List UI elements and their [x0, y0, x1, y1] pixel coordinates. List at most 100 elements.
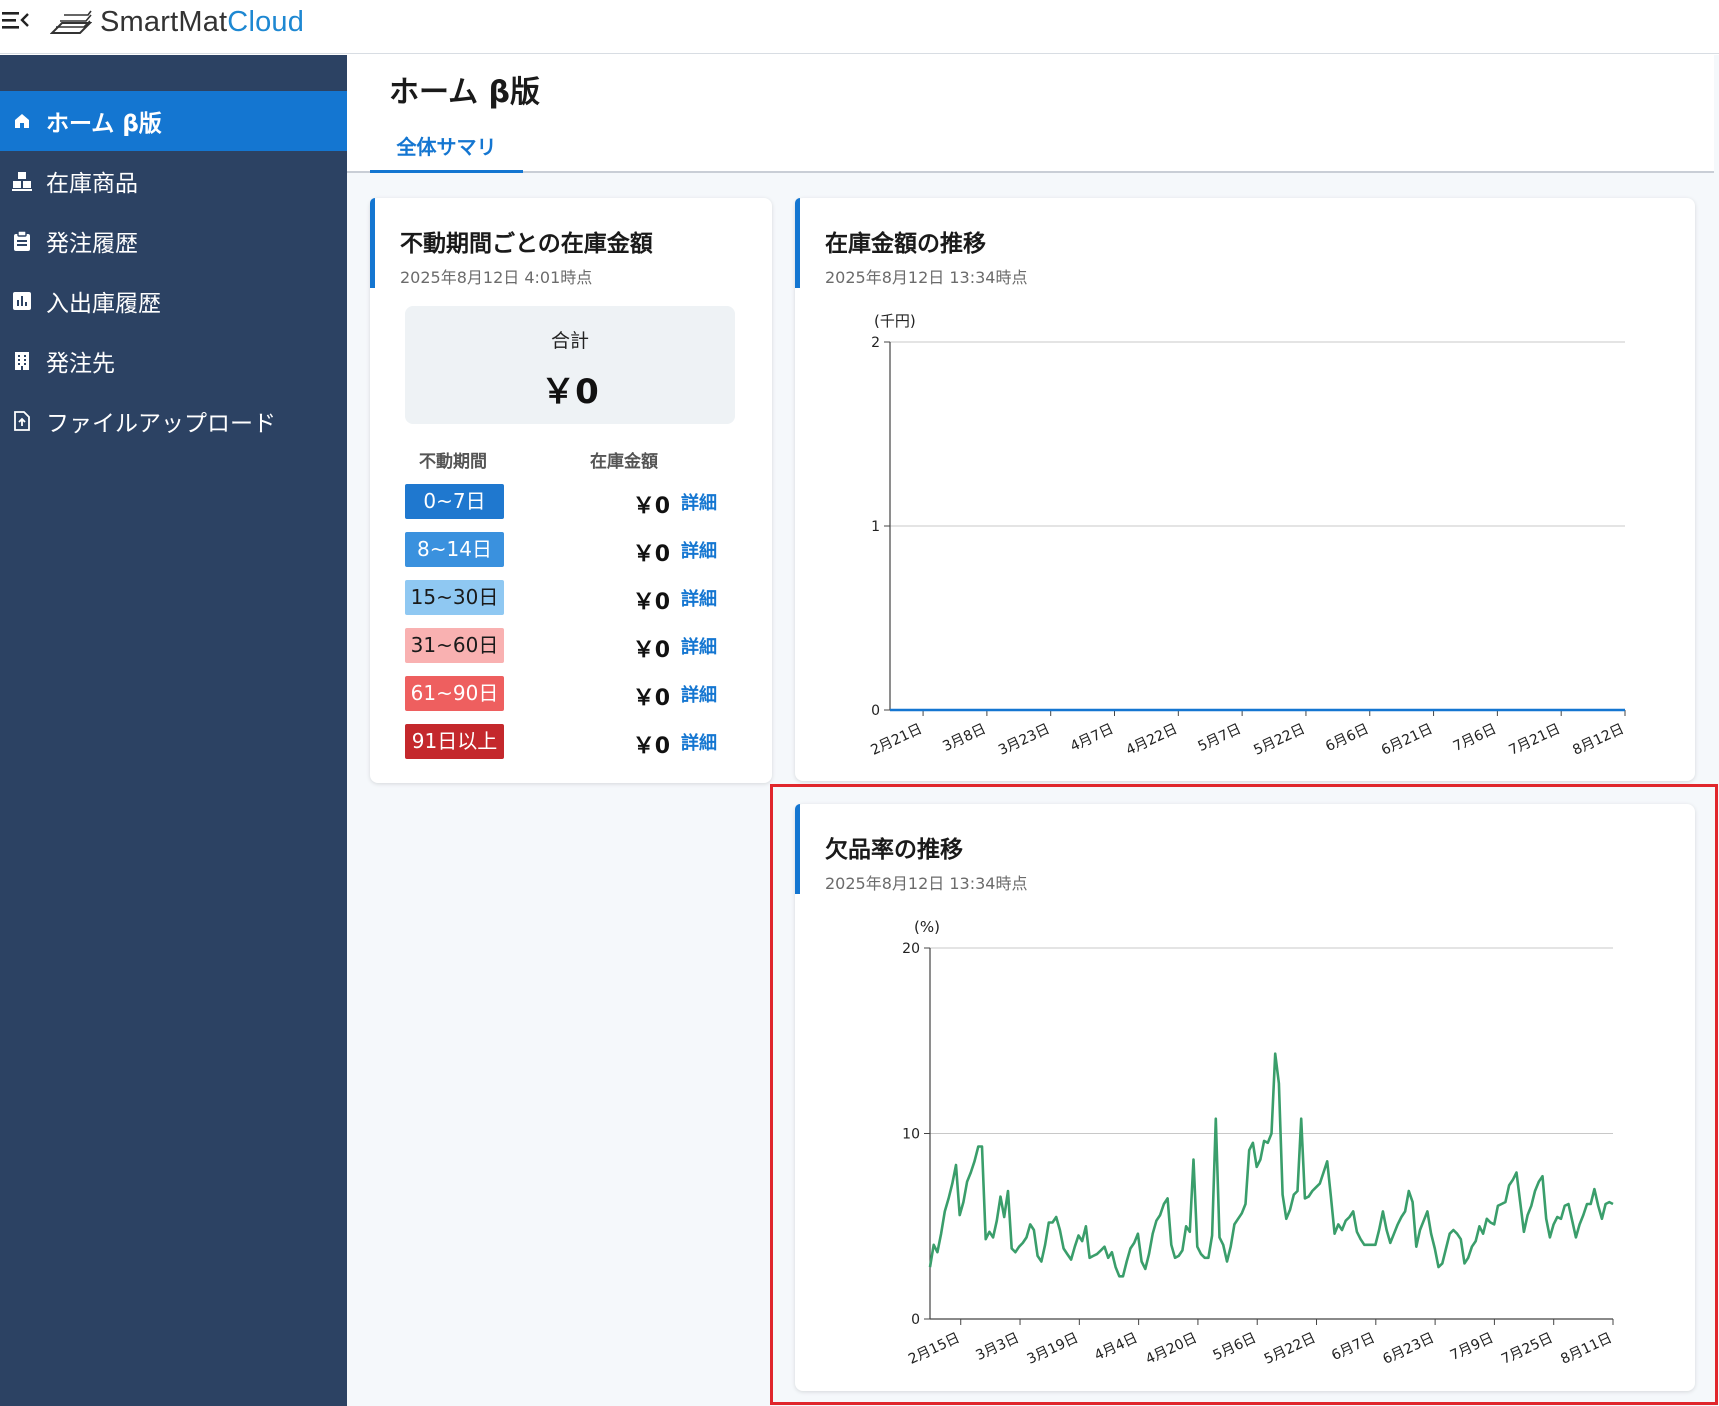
- sidebar-item-label: ファイルアップロード: [46, 411, 276, 437]
- x-tick-label: 6月7日: [1329, 1330, 1377, 1364]
- amount-value: ￥0: [632, 494, 670, 519]
- logo-text-main: SmartMat: [100, 5, 228, 38]
- x-tick-label: 4月7日: [1068, 721, 1116, 755]
- aging-inventory-card: 不動期間ごとの在庫金額 2025年8月12日 4:01時点 合計 ￥0 不動期間…: [370, 198, 772, 783]
- total-label: 合計: [550, 330, 589, 352]
- x-tick-label: 4月22日: [1124, 721, 1180, 759]
- period-badge: 15~30日: [405, 580, 504, 615]
- clipboard-icon: [12, 231, 32, 251]
- card-timestamp: 2025年8月12日 4:01時点: [400, 268, 593, 287]
- x-tick-label: 3月3日: [973, 1330, 1021, 1364]
- card-accent: [370, 198, 375, 288]
- sidebar-item-label: ホーム β版: [46, 111, 162, 137]
- sidebar-item-suppliers[interactable]: 発注先: [0, 331, 347, 391]
- x-tick-label: 5月22日: [1251, 721, 1307, 759]
- detail-link[interactable]: 詳細: [681, 633, 717, 659]
- x-tick-label: 3月23日: [996, 721, 1052, 759]
- x-tick-label: 2月21日: [868, 721, 924, 759]
- sidebar-item-stock-history[interactable]: 入出庫履歴: [0, 271, 347, 331]
- aging-row: 61~90日 ￥0 詳細: [405, 676, 725, 712]
- sidebar-item-inventory[interactable]: 在庫商品: [0, 151, 347, 211]
- tab-overall-summary[interactable]: 全体サマリ: [370, 125, 523, 173]
- x-tick-label: 4月4日: [1092, 1330, 1140, 1364]
- x-tick-label: 5月7日: [1196, 721, 1244, 755]
- sidebar-item-label: 在庫商品: [46, 171, 138, 197]
- sidebar-item-home[interactable]: ホーム β版: [0, 91, 347, 151]
- page-header: ホーム β版 全体サマリ: [347, 55, 1714, 173]
- x-tick-label: 7月21日: [1507, 721, 1563, 759]
- x-tick-label: 8月11日: [1558, 1330, 1614, 1368]
- x-tick-label: 2月15日: [906, 1330, 962, 1368]
- detail-link[interactable]: 詳細: [681, 537, 717, 563]
- x-tick-label: 6月6日: [1323, 721, 1371, 755]
- menu-collapse-icon[interactable]: [2, 8, 30, 32]
- y-tick-label: 20: [902, 941, 920, 957]
- inventory-trend-chart: (千円) 0 1 2 2月21日 3月8日 3月23日 4月7日 4月22日 5月7日 5月22日 6…: [868, 312, 1626, 759]
- x-tick-label: 3月8日: [940, 721, 988, 755]
- column-header-period: 不動期間: [419, 452, 487, 472]
- x-tick-label: 7月9日: [1448, 1330, 1496, 1364]
- logo-text-accent: Cloud: [227, 5, 305, 38]
- sidebar-item-label: 発注履歴: [46, 231, 138, 257]
- aging-row: 31~60日 ￥0 詳細: [405, 628, 725, 664]
- file-upload-icon: [12, 411, 32, 431]
- main-content: ホーム β版 全体サマリ 不動期間ごとの在庫金額 2025年8月12日 4:01…: [347, 55, 1719, 1406]
- logo-text: SmartMatCloud: [100, 6, 304, 39]
- period-badge: 31~60日: [405, 628, 504, 663]
- sidebar-item-file-upload[interactable]: ファイルアップロード: [0, 391, 347, 451]
- y-tick-label: 0: [871, 703, 880, 719]
- building-icon: [12, 351, 32, 371]
- inventory-trend-card: 在庫金額の推移 2025年8月12日 13:34時点 (千円) 0 1 2 2月21日 3…: [795, 198, 1695, 781]
- x-tick-label: 4月20日: [1143, 1330, 1199, 1368]
- y-axis-label: (千円): [874, 312, 916, 330]
- top-bar: SmartMatCloud: [0, 0, 1719, 54]
- period-badge: 61~90日: [405, 676, 504, 711]
- period-badge: 91日以上: [405, 724, 504, 759]
- stockout-trend-chart: (%) 0 10 20 2月15日 3月3日 3月19日 4月4日 4月20日 5月6日 5月22日…: [902, 918, 1615, 1368]
- amount-value: ￥0: [632, 542, 670, 567]
- x-tick-label: 6月21日: [1379, 721, 1435, 759]
- aging-row: 91日以上 ￥0 詳細: [405, 724, 725, 760]
- x-tick-label: 8月12日: [1570, 721, 1626, 759]
- detail-link[interactable]: 詳細: [681, 729, 717, 755]
- y-tick-label: 1: [871, 519, 880, 535]
- page-title: ホーム β版: [389, 75, 541, 110]
- y-axis-label: (%): [914, 918, 940, 936]
- inventory-icon: [12, 171, 32, 191]
- card-title: 不動期間ごとの在庫金額: [400, 231, 653, 257]
- sidebar-item-label: 入出庫履歴: [46, 291, 161, 317]
- y-tick-label: 0: [911, 1312, 920, 1328]
- stockout-trend-card: 欠品率の推移 2025年8月12日 13:34時点 (%) 0 10 20 2月15日 3…: [795, 804, 1695, 1391]
- aging-row: 8~14日 ￥0 詳細: [405, 532, 725, 568]
- x-tick-label: 7月25日: [1499, 1330, 1555, 1368]
- sidebar-item-order-history[interactable]: 発注履歴: [0, 211, 347, 271]
- aging-row: 0~7日 ￥0 詳細: [405, 484, 725, 520]
- bar-chart-icon: [12, 291, 32, 311]
- amount-value: ￥0: [632, 638, 670, 663]
- total-value: ￥0: [541, 372, 599, 412]
- x-tick-label: 5月22日: [1262, 1330, 1318, 1368]
- period-badge: 8~14日: [405, 532, 504, 567]
- detail-link[interactable]: 詳細: [681, 489, 717, 515]
- amount-value: ￥0: [632, 686, 670, 711]
- x-tick-label: 3月19日: [1025, 1330, 1081, 1368]
- sidebar-item-label: 発注先: [46, 351, 115, 377]
- detail-link[interactable]: 詳細: [681, 585, 717, 611]
- period-badge: 0~7日: [405, 484, 504, 519]
- app-logo[interactable]: SmartMatCloud: [50, 4, 304, 40]
- x-tick-label: 6月23日: [1380, 1330, 1436, 1368]
- amount-value: ￥0: [632, 734, 670, 759]
- series-line: [928, 1052, 1614, 1278]
- detail-link[interactable]: 詳細: [681, 681, 717, 707]
- amount-value: ￥0: [632, 590, 670, 615]
- x-tick-label: 5月6日: [1211, 1330, 1259, 1364]
- column-header-amount: 在庫金額: [590, 452, 658, 472]
- aging-row: 15~30日 ￥0 詳細: [405, 580, 725, 616]
- sidebar: ホーム β版 在庫商品 発注履歴 入出庫履歴 発注先 ファイルアップロード: [0, 55, 347, 1406]
- logo-mark-icon: [50, 10, 92, 34]
- y-tick-label: 2: [871, 335, 880, 351]
- y-tick-label: 10: [902, 1127, 920, 1143]
- total-box: 合計 ￥0: [405, 306, 735, 424]
- home-icon: [12, 111, 32, 131]
- x-tick-label: 7月6日: [1451, 721, 1499, 755]
